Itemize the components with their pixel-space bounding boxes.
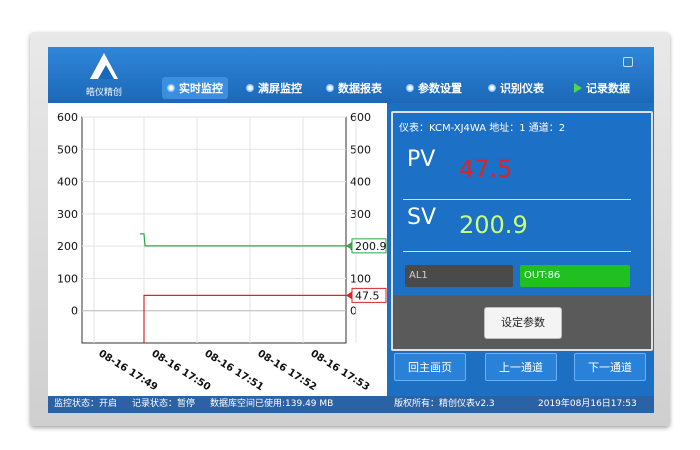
nav-realtime-monitor[interactable]: 实时监控	[162, 77, 228, 99]
hmi-screen: 皓仪精创 实时监控 满屏监控 数据报表 参数设置 识别仪表 记录数据 6006	[48, 47, 654, 413]
y-tick-left: 0	[71, 305, 78, 318]
alarm-indicator: AL1	[405, 265, 513, 287]
divider	[403, 199, 631, 200]
pv-value-tag-pointer	[346, 291, 352, 300]
x-tick-label: 08-16 17:53	[308, 348, 371, 393]
logo-inner-icon	[98, 65, 114, 79]
nav-label: 识别仪表	[500, 82, 544, 95]
output-indicator: OUT:86	[520, 265, 630, 287]
next-channel-button[interactable]: 下一通道	[574, 353, 646, 381]
nav-parameter-settings[interactable]: 参数设置	[406, 77, 462, 99]
divider	[403, 251, 631, 252]
pv-value-tag-label: 47.5	[355, 289, 380, 302]
sv-label: SV	[407, 205, 437, 230]
monitor-status: 监控状态：开启	[54, 399, 118, 409]
play-icon	[574, 83, 582, 93]
instrument-info: 仪表：KCM-XJ4WA 地址：1 通道：2	[399, 123, 566, 134]
y-tick-right: 600	[350, 111, 371, 124]
nav-label: 实时监控	[179, 82, 223, 95]
y-tick-left: 400	[57, 176, 78, 189]
y-tick-right: 300	[350, 208, 371, 221]
sv-value: 200.9	[459, 211, 528, 239]
record-status: 记录状态：暂停	[132, 399, 196, 409]
trend-chart-svg: 6006005005004004003003002002001001000020…	[57, 111, 387, 393]
plot-frame	[81, 116, 347, 344]
nav-label: 数据报表	[338, 82, 382, 95]
nav-label: 记录数据	[586, 82, 630, 95]
nav-dot-icon	[246, 84, 254, 92]
y-tick-right: 100	[350, 272, 371, 285]
sv-value-tag-label: 200.9	[355, 240, 387, 253]
home-button[interactable]: 回主画页	[394, 353, 466, 381]
status-bar: 监控状态：开启 记录状态：暂停 数据库空间已使用:139.49 MB 版权所有：…	[48, 396, 654, 413]
nav-label: 参数设置	[418, 82, 462, 95]
nav-dot-icon	[488, 84, 496, 92]
pv-value: 47.5	[459, 155, 513, 183]
nav-identify-instrument[interactable]: 识别仪表	[488, 77, 544, 99]
db-usage: 数据库空间已使用:139.49 MB	[210, 399, 334, 409]
y-tick-right: 500	[350, 143, 371, 156]
nav-data-report[interactable]: 数据报表	[326, 77, 382, 99]
logo-text: 皓仪精创	[85, 88, 122, 98]
nav-dot-icon	[326, 84, 334, 92]
y-tick-left: 300	[57, 208, 78, 221]
y-tick-left: 500	[57, 143, 78, 156]
y-tick-left: 600	[57, 111, 78, 124]
instrument-panel: 仪表：KCM-XJ4WA 地址：1 通道：2 PV 47.5 SV 200.9 …	[391, 111, 653, 351]
nav-record-data[interactable]: 记录数据	[574, 77, 630, 99]
y-tick-right: 400	[350, 176, 371, 189]
nav-dot-icon	[406, 84, 414, 92]
datetime: 2019年08月16日17:53	[538, 399, 637, 409]
copyright: 版权所有：精创仪表v2.3	[394, 399, 495, 409]
nav-fullscreen-monitor[interactable]: 满屏监控	[246, 77, 302, 99]
nav-label: 满屏监控	[258, 82, 302, 95]
window-restore-icon[interactable]	[623, 57, 633, 67]
sv-value-tag-pointer	[346, 241, 352, 250]
top-nav-bar: 皓仪精创 实时监控 满屏监控 数据报表 参数设置 识别仪表 记录数据	[48, 47, 654, 103]
trend-chart: 6006005005004004003003002002001001000020…	[48, 103, 387, 399]
set-parameters-button[interactable]: 设定参数	[484, 307, 562, 339]
y-tick-left: 200	[57, 240, 78, 253]
y-tick-left: 100	[57, 272, 78, 285]
pv-label: PV	[407, 147, 436, 172]
prev-channel-button[interactable]: 上一通道	[485, 353, 557, 381]
nav-dot-icon	[167, 84, 175, 92]
company-logo: 皓仪精创	[74, 53, 134, 99]
